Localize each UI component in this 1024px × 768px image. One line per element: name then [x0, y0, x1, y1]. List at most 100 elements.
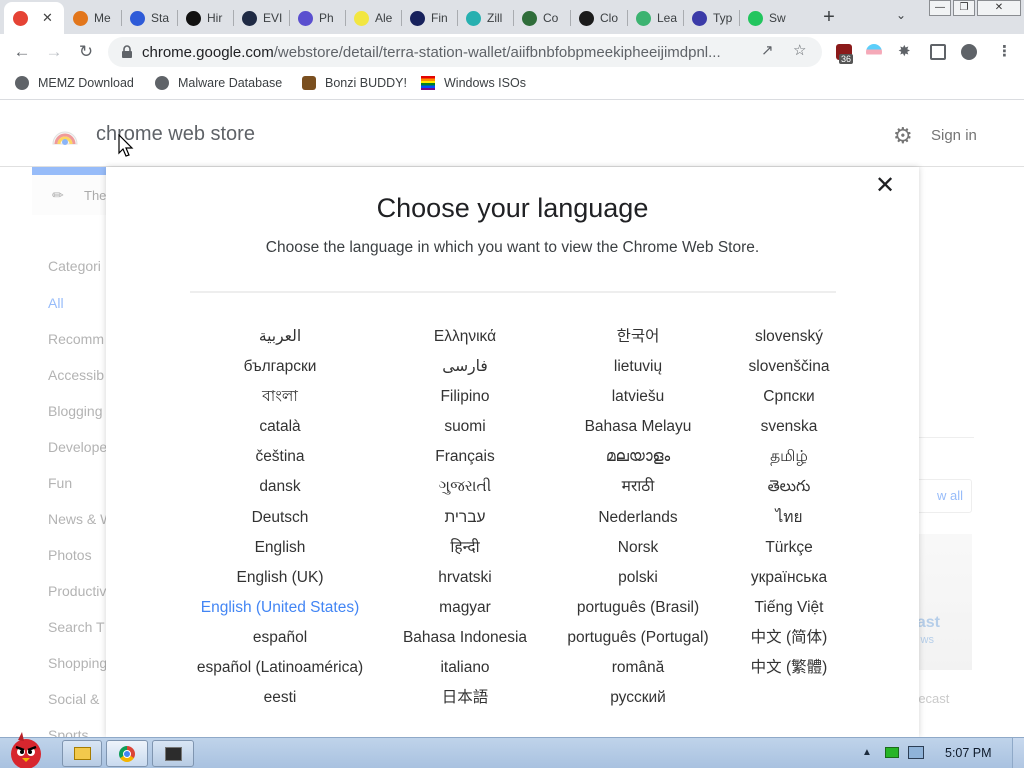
side-panel-icon[interactable] — [930, 44, 946, 60]
bookmark-label: Windows ISOs — [444, 76, 526, 90]
browser-tab[interactable]: Me — [64, 4, 121, 32]
sign-in-link[interactable]: Sign in — [931, 127, 977, 144]
browser-tab[interactable]: Co — [513, 4, 570, 32]
browser-tab[interactable]: Ale — [345, 4, 401, 32]
browser-tab[interactable]: Zill — [457, 4, 513, 32]
tab-search-chevron-icon[interactable]: ⌄ — [896, 8, 906, 22]
language-column-4: slovenský slovenščina Српски svenska தமிழ் తె… — [679, 326, 899, 687]
language-option[interactable]: slovenščina — [679, 356, 899, 386]
language-option[interactable]: 中文 (繁體) — [679, 657, 899, 687]
language-option[interactable]: Српски — [679, 386, 899, 416]
browser-tab[interactable]: Fin — [401, 4, 457, 32]
tab-favicon-icon — [354, 10, 369, 26]
back-arrow-icon[interactable]: ← — [11, 41, 33, 63]
url-text: chrome.google.com/webstore/detail/terra-… — [142, 44, 752, 61]
tab-title: Lea — [657, 11, 678, 25]
language-option[interactable]: українська — [679, 567, 899, 597]
tab-favicon-icon — [748, 10, 763, 26]
bookmark-label: MEMZ Download — [38, 76, 134, 90]
language-option[interactable]: తెలుగు — [679, 476, 899, 506]
dialog-title: Choose your language — [376, 193, 649, 223]
profile-avatar-icon[interactable] — [961, 44, 977, 60]
bookmarks-bar: MEMZ Download Malware Database Bonzi BUD… — [0, 70, 1024, 100]
language-option[interactable]: Tiếng Việt — [679, 597, 899, 627]
tab-strip: ✕ Me Sta Hir EVI Ph Ale Fin Zill Co Clo Lea Typ Sw + … — [0, 0, 1024, 34]
network-icon[interactable] — [908, 746, 924, 759]
tab-title: Sw — [769, 11, 786, 25]
browser-tab[interactable]: Lea — [627, 4, 683, 32]
tab-favicon-icon — [298, 10, 313, 26]
tab-title: Co — [543, 11, 559, 25]
restore-button[interactable]: ❐ — [953, 0, 975, 16]
tab-favicon-icon — [522, 10, 537, 26]
tab-favicon-icon — [242, 10, 257, 26]
close-window-button[interactable]: ✕ — [977, 0, 1021, 16]
language-option[interactable]: ไทย — [679, 507, 899, 537]
start-button-angry-bird-icon[interactable] — [4, 730, 48, 768]
tab-title: Hir — [207, 11, 223, 25]
tab-favicon-icon — [186, 10, 201, 26]
mouse-cursor-icon — [118, 134, 134, 157]
bookmark-label: Malware Database — [178, 76, 283, 90]
reload-icon[interactable]: ↻ — [75, 41, 97, 63]
show-desktop-button[interactable] — [1012, 738, 1024, 768]
browser-tab[interactable]: EVI — [233, 4, 289, 32]
bonzi-icon — [302, 76, 316, 90]
forward-arrow-icon[interactable]: → — [43, 41, 65, 63]
gear-icon[interactable]: ⚙ — [893, 123, 913, 149]
taskbar-explorer-button[interactable] — [62, 740, 102, 767]
new-tab-button[interactable]: + — [818, 6, 840, 29]
taskbar-terminal-button[interactable] — [152, 740, 194, 767]
share-icon[interactable]: ↗ — [761, 41, 774, 59]
bookmark-memz[interactable]: MEMZ Download — [15, 76, 134, 90]
taskbar-clock[interactable]: 5:07 PM — [945, 746, 992, 760]
tab-title: Sta — [151, 11, 170, 25]
bookmark-bonzi-buddy[interactable]: Bonzi BUDDY! — [302, 76, 407, 90]
language-option[interactable]: svenska — [679, 416, 899, 446]
tab-favicon-icon — [130, 10, 145, 26]
lock-icon — [122, 45, 132, 58]
bookmark-star-icon[interactable]: ☆ — [793, 41, 806, 59]
folder-icon — [74, 747, 91, 760]
bookmark-malware-database[interactable]: Malware Database — [155, 76, 282, 90]
tab-close-icon[interactable]: ✕ — [42, 10, 53, 26]
bookmark-windows-isos[interactable]: Windows ISOs — [421, 76, 526, 90]
kebab-menu-icon[interactable]: ⋮ — [997, 44, 1013, 60]
tray-expand-icon[interactable]: ▲ — [862, 747, 872, 758]
chrome-web-store-logo — [52, 131, 78, 145]
browser-tab[interactable]: Sw — [739, 4, 799, 32]
globe-icon — [15, 76, 29, 90]
browser-tab[interactable]: ✕ — [4, 2, 64, 34]
language-option[interactable]: slovenský — [679, 326, 899, 356]
browser-tab[interactable]: Typ — [683, 4, 739, 32]
language-dialog: ✕ Choose your language Choose the langua… — [106, 167, 919, 737]
browser-tab[interactable]: Sta — [121, 4, 177, 32]
browser-tab[interactable]: Ph — [289, 4, 345, 32]
flag-extension-icon[interactable] — [866, 44, 882, 60]
tab-title: Me — [94, 11, 111, 25]
browser-tab[interactable]: Clo — [570, 4, 627, 32]
bookmark-label: Bonzi BUDDY! — [325, 76, 407, 90]
taskbar-chrome-button[interactable] — [106, 740, 148, 767]
extension-badge: 36 — [839, 54, 854, 64]
tab-favicon-icon — [579, 10, 594, 26]
tab-title: Clo — [600, 11, 619, 25]
address-bar[interactable]: chrome.google.com/webstore/detail/terra-… — [108, 37, 822, 67]
minimize-button[interactable]: — — [929, 0, 951, 16]
language-option[interactable]: 中文 (简体) — [679, 627, 899, 657]
browser-toolbar: ← → ↻ chrome.google.com/webstore/detail/… — [0, 34, 1024, 70]
tab-favicon-icon — [410, 10, 425, 26]
tab-title: EVI — [263, 11, 283, 25]
rainbow-flag-icon — [421, 76, 435, 90]
terminal-icon — [165, 747, 182, 761]
puzzle-extensions-icon[interactable]: ✸ — [898, 44, 914, 60]
browser-tab[interactable]: Hir — [177, 4, 233, 32]
tab-favicon-icon — [636, 10, 651, 26]
language-option[interactable]: தமிழ் — [679, 446, 899, 476]
dialog-subtitle: Choose the language in which you want to… — [265, 239, 760, 256]
battery-icon[interactable] — [885, 747, 899, 758]
chrome-icon — [119, 746, 135, 762]
dialog-divider — [190, 291, 836, 293]
language-option[interactable]: Türkçe — [679, 537, 899, 567]
language-option[interactable]: русский — [528, 687, 748, 717]
